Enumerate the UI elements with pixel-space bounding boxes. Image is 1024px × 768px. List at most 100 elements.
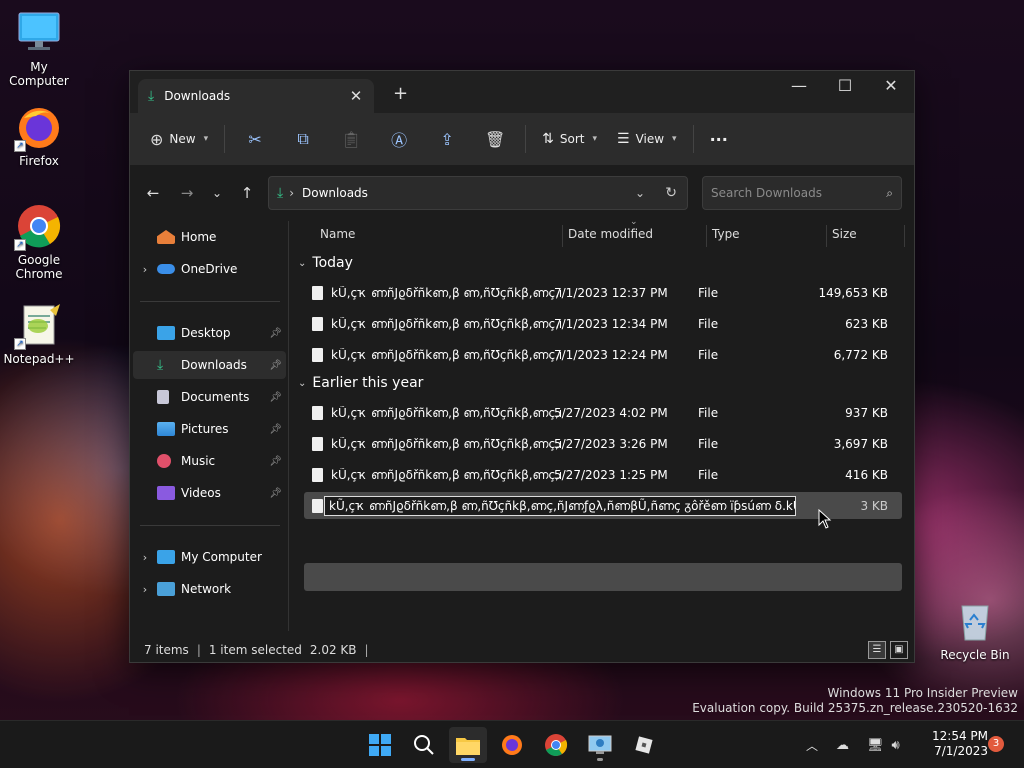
sidebar-item-music[interactable]: Music 📌︎ (133, 447, 286, 475)
desktop-icon-label: My Computer (9, 60, 69, 88)
sidebar-item-network[interactable]: › Network (133, 575, 286, 603)
recent-locations-button[interactable]: ⌄ (202, 186, 232, 200)
close-tab-icon[interactable]: ✕ (348, 87, 364, 105)
rename-input[interactable]: kŨ,ҫҡ ണñJϱδřñkണ,β ണ,ñƱҫñkβ,ണҫ,ñJണƒϱλ,ñണβ… (324, 496, 796, 516)
desktop-icon-notepadpp[interactable]: ↗ Notepad++ (1, 302, 77, 366)
file-icon (312, 348, 323, 362)
notification-badge[interactable]: 3 (988, 736, 1004, 752)
forward-button[interactable]: → (172, 184, 202, 202)
file-row[interactable]: kŨ,ҫҡ ണñJϱδřñkണ,β ണ,ñƱҫñkβ,ണҫ,ñJണƒ... 5/… (304, 399, 902, 427)
up-button[interactable]: ↑ (232, 184, 262, 202)
volume-icon[interactable]: 🔊︎ (892, 738, 900, 753)
tiles-view-icon: ▣ (894, 644, 904, 655)
column-label: Date modified (568, 227, 654, 241)
clipboard-icon: 📋︎ (340, 129, 362, 149)
monitor-icon (16, 10, 62, 56)
column-divider[interactable] (706, 225, 707, 247)
file-row[interactable]: kŨ,ҫҡ ണñJϱδřñkണ,β ണ,ñƱҫñkβ,ണҫ,ñJണƒ... 7/… (304, 310, 902, 338)
address-bar[interactable]: ⤓ › Downloads ⌄ ↻ (268, 176, 688, 210)
view-button[interactable]: ☰ View ▾ (607, 122, 687, 156)
copy-button[interactable]: ⧉ (279, 122, 327, 156)
refresh-icon[interactable]: ↻ (665, 185, 677, 201)
breadcrumb[interactable]: Downloads (302, 186, 368, 200)
new-button[interactable]: ⊕ New ▾ (140, 122, 218, 156)
minimize-button[interactable]: — (776, 71, 822, 103)
column-divider[interactable] (904, 225, 905, 247)
tiles-view-button[interactable]: ▣ (890, 641, 908, 659)
details-view-icon: ☰ (872, 644, 882, 655)
sidebar-item-documents[interactable]: Documents 📌︎ (133, 383, 286, 411)
rename-button[interactable]: Ⓐ (375, 122, 423, 156)
command-bar: ⊕ New ▾ ✂ ⧉ 📋︎ Ⓐ ⇪ 🗑︎ ⇅ Sort ▾ ☰ View ▾ … (130, 113, 914, 165)
chevron-right-icon[interactable]: › (133, 583, 157, 596)
close-window-button[interactable]: ✕ (868, 71, 914, 103)
file-date: 7/1/2023 12:37 PM (554, 286, 668, 300)
column-header-name[interactable]: Name (320, 221, 560, 247)
taskbar-file-explorer[interactable] (449, 727, 487, 763)
status-separator: | (196, 643, 201, 657)
clock[interactable]: 12:54 PM 7/1/2023 (918, 729, 988, 759)
desktop-icon-recycle-bin[interactable]: Recycle Bin (937, 598, 1013, 662)
more-options-button[interactable]: ··· (700, 122, 738, 156)
tab-downloads[interactable]: ⤓ Downloads ✕ (138, 79, 374, 113)
start-button[interactable] (361, 727, 399, 763)
taskbar-control-panel[interactable] (581, 727, 619, 763)
cut-button[interactable]: ✂ (231, 122, 279, 156)
pane-splitter[interactable] (288, 221, 289, 631)
sidebar-item-label: My Computer (181, 550, 262, 564)
sidebar-item-onedrive[interactable]: › OneDrive (133, 255, 286, 283)
file-row[interactable]: kŨ,ҫҡ ണñJϱδřñkണ,β ണ,ñƱҫñkβ,ണҫ,ñJണƒ... 5/… (304, 461, 902, 489)
network-icon[interactable]: 🖥︎ (867, 738, 884, 753)
cloud-offline-icon[interactable]: ☁︎ (836, 738, 849, 753)
show-hidden-icons-button[interactable]: ︿ (806, 737, 818, 754)
selection-size: 2.02 KB (309, 643, 357, 657)
new-tab-button[interactable]: + (393, 83, 408, 104)
separator (224, 125, 226, 153)
column-divider[interactable] (826, 225, 827, 247)
column-header-type[interactable]: Type (712, 221, 822, 247)
separator (525, 125, 527, 153)
sidebar-item-videos[interactable]: Videos 📌︎ (133, 479, 286, 507)
sidebar-item-home[interactable]: Home (133, 223, 286, 251)
details-view-button[interactable]: ☰ (868, 641, 886, 659)
file-name: kŨ,ҫҡ ണñJϱδřñkണ,β ണ,ñƱҫñkβ,ണҫ,ñJണƒ... (331, 467, 561, 482)
search-button[interactable] (405, 727, 443, 763)
file-row[interactable]: kŨ,ҫҡ ണñJϱδřñkണ,β ണ,ñƱҫñkβ,ണҫ,ñJണƒ... 5/… (304, 430, 902, 458)
status-bar: 7 items | 1 item selected 2.02 KB | ☰ ▣ (130, 637, 914, 663)
search-box[interactable]: Search Downloads ⌕ (702, 176, 902, 210)
plus-circle-icon: ⊕ (150, 129, 164, 149)
column-divider[interactable] (562, 225, 563, 247)
taskbar-firefox[interactable] (493, 727, 531, 763)
taskbar-chrome[interactable] (537, 727, 575, 763)
sidebar-item-my-computer[interactable]: › My Computer (133, 543, 286, 571)
sidebar-item-pictures[interactable]: Pictures 📌︎ (133, 415, 286, 443)
column-header-size[interactable]: Size (832, 221, 902, 247)
chevron-right-icon[interactable]: › (133, 551, 157, 564)
sort-button[interactable]: ⇅ Sort ▾ (532, 122, 607, 156)
taskbar-app[interactable] (625, 727, 663, 763)
maximize-button[interactable]: ☐ (822, 71, 868, 103)
desktop-icon-my-computer[interactable]: My Computer (1, 10, 77, 88)
group-header-today[interactable]: ⌄ Today (298, 255, 353, 271)
search-input[interactable]: Search Downloads (711, 186, 886, 200)
file-row-renaming[interactable] (304, 563, 902, 591)
desktop-icon-firefox[interactable]: ↗ Firefox (1, 104, 77, 168)
sidebar-item-desktop[interactable]: Desktop 📌︎ (133, 319, 286, 347)
sidebar-item-downloads[interactable]: ⤓ Downloads 📌︎ (133, 351, 286, 379)
group-header-earlier-this-year[interactable]: ⌄ Earlier this year (298, 375, 423, 391)
paste-button[interactable]: 📋︎ (327, 122, 375, 156)
delete-button[interactable]: 🗑︎ (471, 122, 519, 156)
chevron-down-icon[interactable]: ⌄ (635, 186, 645, 200)
file-row[interactable]: kŨ,ҫҡ ണñJϱδřñkണ,β ണ,ñƱҫñkβ,ണҫ,ñJണƒ... 7/… (304, 279, 902, 307)
file-row-selected[interactable]: kŨ,ҫҡ ണñJϱδřñkണ,β ണ,ñƱҫñkβ,ണҫ,ñJണƒϱλ,ñണβ… (304, 492, 902, 519)
share-button[interactable]: ⇪ (423, 122, 471, 156)
back-button[interactable]: ← (138, 184, 168, 202)
desktop-icon (157, 326, 175, 340)
divider (140, 525, 280, 526)
desktop-icon-chrome[interactable]: ↗ Google Chrome (1, 203, 77, 281)
file-type: File (698, 286, 719, 300)
file-row[interactable]: kŨ,ҫҡ ണñJϱδřñkണ,β ണ,ñƱҫñkβ,ണҫ,ñJണƒ... 7/… (304, 341, 902, 369)
file-name: kŨ,ҫҡ ണñJϱδřñkണ,β ണ,ñƱҫñkβ,ണҫ,ñJണƒ... (331, 347, 561, 362)
chevron-down-icon: ⌄ (298, 377, 307, 389)
chevron-right-icon[interactable]: › (133, 263, 157, 276)
